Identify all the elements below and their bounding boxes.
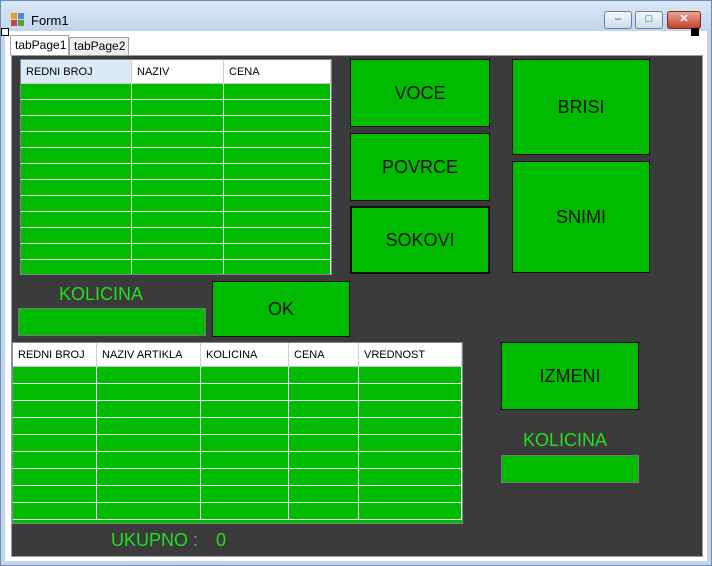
maximize-icon: □ [645, 13, 653, 25]
form-client-area: tabPage1 tabPage2 REDNI BROJ NAZIV CENA … [5, 31, 707, 561]
tab-panel: REDNI BROJ NAZIV CENA VOCE POVRCE SOKOVI… [11, 55, 703, 557]
window-title: Form1 [31, 13, 69, 28]
tab-tabpage1[interactable]: tabPage1 [10, 35, 69, 55]
app-icon [11, 13, 24, 26]
ok-button[interactable]: OK [212, 281, 350, 337]
minimize-button[interactable]: – [604, 11, 632, 29]
cart-grid[interactable]: REDNI BROJ NAZIV ARTIKLA KOLICINA CENA V… [12, 342, 463, 524]
col-vrednost[interactable]: VREDNOST [359, 343, 462, 366]
products-grid[interactable]: REDNI BROJ NAZIV CENA [20, 59, 332, 275]
ukupno-label: UKUPNO : [111, 530, 199, 550]
cart-grid-body[interactable] [13, 367, 462, 523]
main-window: Form1 – □ ✕ tabPage1 tabPage2 REDNI BROJ… [0, 0, 712, 566]
kolicina-label-right: KOLICINA [523, 430, 608, 450]
col-redni-broj[interactable]: REDNI BROJ [21, 60, 132, 83]
snimi-button[interactable]: SNIMI [512, 161, 650, 273]
voce-button[interactable]: VOCE [350, 59, 490, 127]
tab-tabpage2[interactable]: tabPage2 [69, 37, 129, 55]
close-button[interactable]: ✕ [667, 11, 701, 29]
brisi-button[interactable]: BRISI [512, 59, 650, 155]
povrce-button[interactable]: POVRCE [350, 133, 490, 201]
ukupno-value: 0 [216, 530, 227, 550]
izmeni-button[interactable]: IZMENI [501, 342, 639, 410]
cart-grid-lines [13, 367, 462, 520]
col-cena[interactable]: CENA [224, 60, 331, 83]
sokovi-button[interactable]: SOKOVI [350, 206, 490, 274]
kolicina-label-left: KOLICINA [59, 284, 144, 304]
close-icon: ✕ [679, 13, 689, 25]
col-naziv[interactable]: NAZIV [132, 60, 224, 83]
products-grid-lines [21, 84, 331, 274]
play-arrow-icon[interactable] [691, 28, 699, 36]
title-bar[interactable]: Form1 – □ ✕ [1, 1, 711, 31]
kolicina-input-right[interactable] [501, 455, 639, 483]
minimize-icon: – [614, 13, 622, 25]
products-grid-header: REDNI BROJ NAZIV CENA [21, 60, 331, 84]
resize-grip-icon[interactable] [1, 28, 9, 36]
col-kolicina[interactable]: KOLICINA [201, 343, 289, 366]
col-naziv-artikla[interactable]: NAZIV ARTIKLA [97, 343, 201, 366]
cart-grid-header: REDNI BROJ NAZIV ARTIKLA KOLICINA CENA V… [13, 343, 462, 367]
col-cena[interactable]: CENA [289, 343, 359, 366]
maximize-button[interactable]: □ [635, 11, 663, 29]
products-grid-body[interactable] [21, 84, 331, 274]
col-redni-broj[interactable]: REDNI BROJ [13, 343, 97, 366]
kolicina-input-left[interactable] [18, 308, 206, 336]
